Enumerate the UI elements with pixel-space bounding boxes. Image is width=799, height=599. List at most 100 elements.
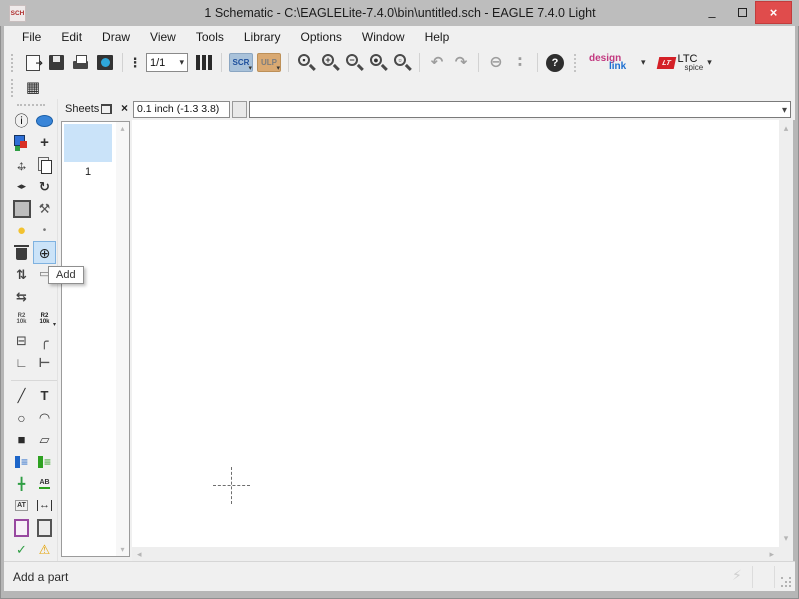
close-panel-icon[interactable]: × [121, 101, 128, 115]
help-icon[interactable]: ? [546, 53, 564, 72]
erc-tool-icon[interactable]: ✓ [11, 539, 32, 560]
zoom-fit-icon[interactable]: ▪ [295, 52, 317, 73]
go-icon[interactable]: ∶ [509, 52, 531, 73]
sheet-thumbnail[interactable] [64, 124, 112, 162]
attribute-tool-icon[interactable]: AT [11, 495, 32, 516]
script-button[interactable]: SCR [229, 53, 253, 72]
sheet-stack-icon[interactable]: ⋮ [129, 52, 142, 73]
arc-tool-icon[interactable]: ◠ [34, 407, 55, 428]
menu-item-file[interactable]: File [12, 26, 51, 49]
toolbar-separator [478, 53, 479, 72]
print-icon[interactable] [70, 52, 92, 73]
sheets-panel-title: Sheets [65, 103, 100, 115]
mirror-tool-icon[interactable]: ◂▸ [11, 176, 32, 197]
toolbar-drag-handle[interactable] [574, 53, 578, 72]
menu-item-edit[interactable]: Edit [51, 26, 92, 49]
undo-icon[interactable]: ↶ [426, 52, 448, 73]
ulp-button[interactable]: ULP [257, 53, 281, 72]
zoom-out-icon[interactable]: − [343, 52, 365, 73]
coordinate-display: 0.1 inch (-1.3 3.8) [133, 101, 230, 118]
show-tool-icon[interactable] [34, 110, 55, 131]
toolbar-drag-handle[interactable] [11, 53, 15, 72]
minimize-button[interactable]: – [698, 0, 726, 24]
palette-drag-handle[interactable] [16, 104, 45, 106]
paste-tool-icon[interactable]: ● [11, 220, 32, 241]
circle-tool-icon[interactable]: ○ [11, 407, 32, 428]
smash-tool-icon[interactable]: ⊟ [11, 330, 32, 351]
scroll-up-icon[interactable]: ▴ [779, 123, 793, 134]
delete-tool-icon[interactable] [11, 242, 32, 263]
sheet-selector-dropdown[interactable]: 1/1 ▾ [146, 53, 188, 72]
chevron-down-icon[interactable]: ▾ [641, 57, 646, 68]
label-tool-icon[interactable]: AB [34, 473, 55, 494]
module-tool-icon[interactable] [11, 517, 32, 538]
junction-tool-icon[interactable]: ╋ [11, 473, 32, 494]
errors-tool-icon[interactable]: ⚠ [34, 539, 55, 560]
group-tool-icon[interactable] [11, 198, 32, 219]
miter-tool-icon[interactable]: ╭ [34, 330, 55, 351]
menu-item-library[interactable]: Library [234, 26, 291, 49]
mark-tool-icon[interactable]: + [34, 132, 55, 153]
menu-item-window[interactable]: Window [352, 26, 415, 49]
text-tool-icon[interactable]: T [34, 385, 55, 406]
scroll-up-icon[interactable]: ▴ [116, 124, 129, 133]
invoke-tool-icon[interactable]: ⊢ [34, 352, 55, 373]
ltc-spice-button[interactable]: LT LTC spice [656, 53, 703, 72]
move-tool-icon[interactable] [11, 154, 32, 175]
rect-tool-icon[interactable]: ■ [11, 429, 32, 450]
menu-item-help[interactable]: Help [415, 26, 460, 49]
menu-item-draw[interactable]: Draw [92, 26, 140, 49]
scroll-right-icon[interactable]: ▸ [769, 549, 774, 560]
toolbar-drag-handle[interactable] [11, 78, 15, 97]
add-tool-icon[interactable]: ⊕ [33, 241, 56, 264]
library-manager-icon[interactable] [193, 52, 215, 73]
zoom-select-glyph: ▫ [394, 54, 406, 66]
open-icon[interactable] [22, 52, 44, 73]
chevron-down-icon[interactable]: ▾ [707, 57, 712, 68]
scroll-left-icon[interactable]: ◂ [137, 549, 142, 560]
dimension-tool-icon[interactable]: ↔ [34, 495, 55, 516]
port-tool-icon[interactable] [34, 517, 55, 538]
horizontal-scrollbar[interactable]: ◂ ▸ [132, 547, 779, 561]
grid-icon[interactable]: ▦ [22, 77, 44, 98]
rotate-tool-icon[interactable]: ↻ [34, 176, 55, 197]
resize-grip[interactable] [781, 577, 792, 588]
net-tool-icon[interactable]: ≡ [34, 451, 55, 472]
chevron-down-icon[interactable]: ▾ [782, 105, 787, 116]
display-tool-icon[interactable] [11, 132, 32, 153]
menu-item-tools[interactable]: Tools [186, 26, 234, 49]
schematic-canvas[interactable] [132, 120, 779, 547]
mark-coords-button[interactable] [232, 101, 247, 118]
vertical-scrollbar[interactable]: ▴ ▾ [779, 120, 793, 547]
info-tool-icon[interactable]: ⓘ [11, 110, 32, 131]
value-tool-icon[interactable]: R2 10k [34, 308, 56, 329]
float-panel-icon[interactable] [101, 104, 112, 114]
copy-tool-icon[interactable] [34, 154, 55, 175]
save-icon[interactable] [46, 52, 68, 73]
bus-tool-icon[interactable]: ≡ [11, 451, 32, 472]
zoom-in-icon[interactable]: + [319, 52, 341, 73]
zoom-redraw-icon[interactable]: ● [367, 52, 389, 73]
wire-tool-icon[interactable]: ╱ [11, 385, 32, 406]
split-tool-icon[interactable]: ∟ [11, 352, 32, 373]
zoom-select-icon[interactable]: ▫ [391, 52, 413, 73]
design-link-button[interactable]: design link [587, 52, 637, 73]
close-button[interactable]: × [755, 1, 792, 24]
board-switch-icon[interactable] [94, 52, 116, 73]
menu-item-options[interactable]: Options [291, 26, 352, 49]
stop-icon[interactable]: ⊖ [485, 52, 507, 73]
sheet-list-scrollbar[interactable]: ▴ ▾ [116, 122, 129, 556]
change-tool-icon[interactable]: ⚒ [34, 198, 55, 219]
gateswap-tool-icon[interactable]: ⇆ [11, 286, 32, 307]
sheet-number[interactable]: 1 [64, 166, 112, 178]
polygon-tool-icon[interactable]: ▱ [34, 429, 55, 450]
maximize-button[interactable] [728, 0, 756, 24]
command-line-combobox[interactable]: ▾ [249, 101, 791, 118]
cut-tool-icon[interactable]: • [34, 220, 55, 241]
redo-icon[interactable]: ↷ [450, 52, 472, 73]
menu-item-view[interactable]: View [140, 26, 186, 49]
scroll-down-icon[interactable]: ▾ [779, 533, 793, 544]
pinswap-tool-icon[interactable]: ⇅ [11, 264, 32, 285]
name-tool-icon[interactable]: R2 10k [11, 308, 32, 329]
scroll-down-icon[interactable]: ▾ [116, 545, 129, 554]
